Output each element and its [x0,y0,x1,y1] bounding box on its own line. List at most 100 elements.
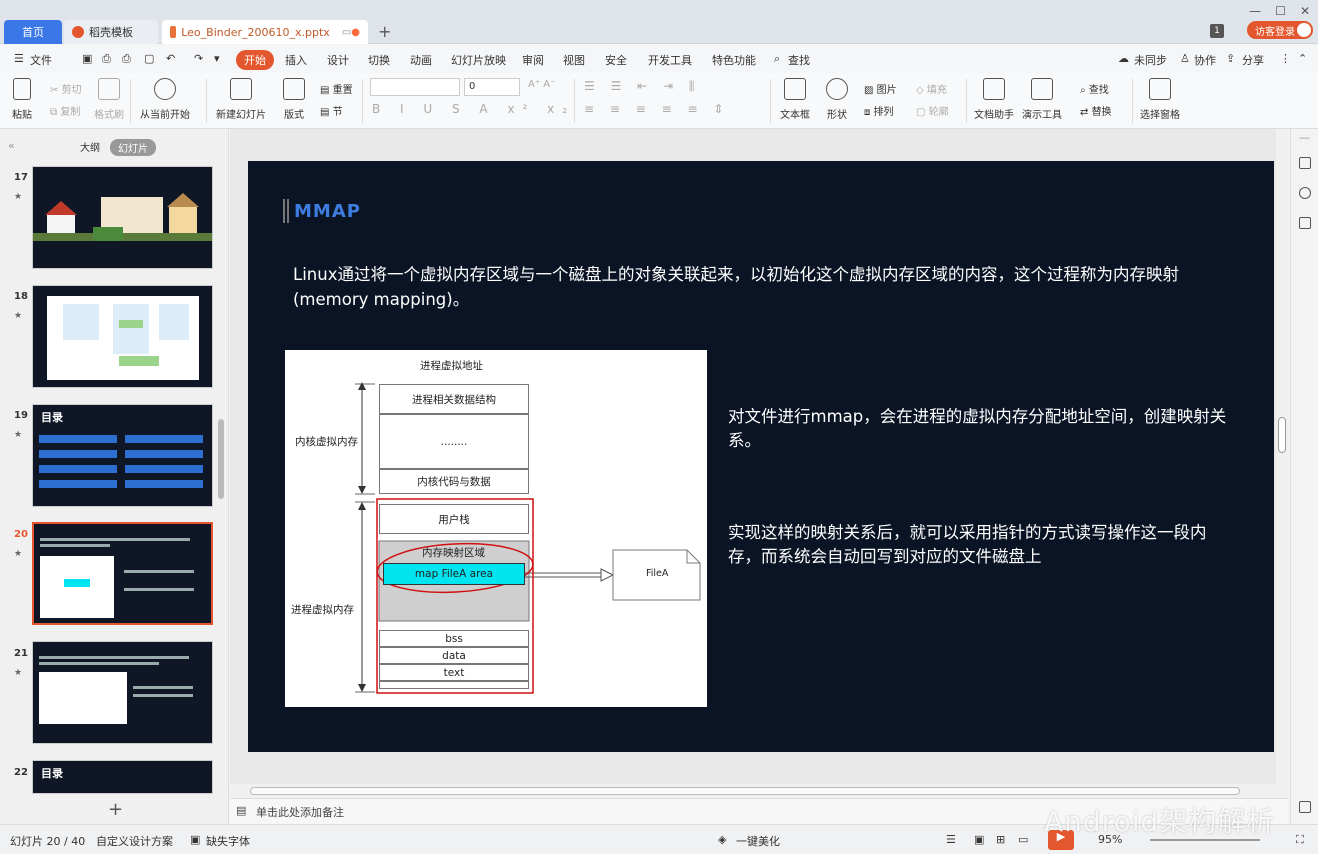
menu-transition[interactable]: 切换 [368,52,390,68]
menu-security[interactable]: 安全 [605,52,627,68]
thumbnail-scrollbar[interactable] [218,419,224,499]
menu-collab[interactable]: 协作 [1194,52,1216,68]
picture-button[interactable]: ▨ 图片 [864,81,897,96]
reset-button[interactable]: ▤ 重置 [320,81,353,96]
font-family-select[interactable] [370,78,460,96]
unsaved-dot-icon[interactable]: ● [351,27,360,38]
font-size-select[interactable]: 0 [464,78,520,96]
menu-view[interactable]: 视图 [563,52,585,68]
watermark: Android架构解析 [1044,805,1276,838]
slide-thumbnail-22[interactable]: 目录 [32,760,213,794]
doc-assistant-button[interactable]: 文档助手 [974,78,1014,121]
canvas-horizontal-scrollbar[interactable] [230,784,1288,798]
text-format-buttons[interactable]: B I U S A x² x₂ [372,102,575,116]
textbox-button[interactable]: 文本框 [780,78,810,121]
menu-review[interactable]: 审阅 [522,52,544,68]
slide-thumbnail-17[interactable] [32,166,213,269]
slide-right-text-2[interactable]: 实现这样的映射关系后，就可以采用指针的方式读写操作这一段内存，而系统会自动回写到… [728,521,1228,569]
paste-button[interactable]: 粘贴 [12,78,32,121]
menu-insert[interactable]: 插入 [285,52,307,68]
fill-button[interactable]: ◇ 填充 [916,81,947,96]
more-icon[interactable]: ⋮ [1280,52,1291,65]
canvas-vertical-scroll-thumb[interactable] [1278,417,1286,453]
arrange-button[interactable]: ⧈ 排列 [864,103,894,118]
menu-search[interactable]: 查找 [788,52,810,68]
paragraph-align-buttons[interactable]: ≡ ≡ ≡ ≡ ≡ ⇕ [584,102,729,116]
menu-file[interactable]: 文件 [30,52,52,68]
new-slide-label: 新建幻灯片 [216,110,266,121]
layout-button[interactable]: 版式 [283,78,305,121]
thumbnail-graphic [47,296,199,380]
menu-share[interactable]: 分享 [1242,52,1264,68]
window-count-badge[interactable]: 1 [1210,24,1224,38]
tab-slides[interactable]: 幻灯片 [110,139,156,156]
format-painter-button[interactable]: 格式刷 [94,78,124,121]
menu-slideshow[interactable]: 幻灯片放映 [451,52,506,68]
find-button[interactable]: ⌕ 查找 [1080,81,1109,96]
slide-paragraph[interactable]: Linux通过将一个虚拟内存区域与一个磁盘上的对象关联起来，以初始化这个虚拟内存… [293,262,1193,312]
copy-pane-icon[interactable] [1299,217,1311,229]
menu-design[interactable]: 设计 [327,52,349,68]
grid-icon[interactable] [1299,801,1311,813]
new-tab-button[interactable]: + [378,22,391,41]
minimize-icon[interactable]: — [1249,4,1261,18]
menu-devtools[interactable]: 开发工具 [648,52,692,68]
new-slide-button[interactable]: 新建幻灯片 [216,78,266,121]
notes-toggle-icon[interactable]: ☰ [946,833,956,846]
slide-thumbnail-19[interactable]: 目录 [32,404,213,507]
copy-button[interactable]: ⧉ 复制 [50,103,80,118]
window-pin-icon[interactable]: ▭ [342,27,351,38]
hamburger-icon[interactable]: ☰ [14,52,24,65]
tab-outline[interactable]: 大纲 [80,139,100,154]
menu-features[interactable]: 特色功能 [712,52,756,68]
print-icon[interactable]: ⎙ [122,52,131,66]
list-indent-buttons[interactable]: ☰ ☰ ⇤ ⇥ ⫼ [584,79,700,94]
canvas-vertical-scrollbar[interactable] [1276,129,1288,784]
slide-title[interactable]: MMAP [294,201,361,222]
outline-button[interactable]: ▢ 轮廓 [916,103,949,118]
tab-template[interactable]: 稻壳模板 [64,20,158,44]
play-from-current-button[interactable]: 从当前开始 [140,78,190,121]
presentation-tools-button[interactable]: 演示工具 [1022,78,1062,121]
slide-thumbnail-20-selected[interactable] [32,522,213,625]
redo-icon[interactable]: ↷ [194,52,203,65]
visitor-login-button[interactable]: 访客登录 [1247,21,1313,39]
sidebar-expand-icon[interactable]: — [1299,131,1310,144]
customize-qat-icon[interactable]: ▾ [214,52,220,65]
animation-pane-icon[interactable] [1299,187,1311,199]
properties-icon[interactable] [1299,157,1311,169]
tab-home[interactable]: 首页 [4,20,62,44]
canvas-horizontal-scroll-thumb[interactable] [250,787,1240,795]
menu-start[interactable]: 开始 [236,50,274,70]
mmap-diagram[interactable]: 进程虚拟地址 内核虚拟内存 进程虚拟内存 进程相关数据结构 ........ 内… [285,350,707,707]
menu-sync[interactable]: 未同步 [1134,52,1167,68]
preview-icon[interactable]: ▢ [144,52,154,65]
slide-thumbnail-18[interactable] [32,285,213,388]
font-grow-shrink-icon[interactable]: A⁺ A⁻ [528,79,555,90]
collapse-ribbon-icon[interactable]: ⌃ [1298,52,1307,65]
fit-window-icon[interactable]: ⛶ [1296,833,1304,847]
section-button[interactable]: ▤ 节 [320,103,343,118]
slide-right-text-1[interactable]: 对文件进行mmap，会在进程的虚拟内存分配地址空间，创建映射关系。 [728,405,1228,453]
reading-view-icon[interactable]: ▭ [1018,833,1028,846]
close-icon[interactable]: ✕ [1300,4,1310,18]
one-click-beautify[interactable]: 一键美化 [736,833,780,849]
maximize-icon[interactable]: ☐ [1275,4,1286,18]
undo-icon[interactable]: ↶ [166,52,175,65]
missing-font[interactable]: 缺失字体 [206,833,250,849]
menu-animation[interactable]: 动画 [410,52,432,68]
save-icon[interactable]: ▣ [82,52,92,65]
slide-sorter-icon[interactable]: ⊞ [996,833,1005,846]
design-scheme[interactable]: 自定义设计方案 [96,833,173,849]
select-pane-button[interactable]: 选择窗格 [1140,78,1180,121]
replace-button[interactable]: ⇄ 替换 [1080,103,1112,118]
normal-view-icon[interactable]: ▣ [974,833,984,846]
export-pdf-icon[interactable]: ⎙ [102,52,111,66]
box-ellipsis: ........ [379,414,529,469]
shape-button[interactable]: 形状 [826,78,848,121]
add-slide-button[interactable]: + [108,799,123,820]
tab-document[interactable]: Leo_Binder_200610_x.pptx ▭ ● [162,20,368,44]
slide-thumbnail-21[interactable] [32,641,213,744]
menu-bar: ☰ 文件 ▣ ⎙ ⎙ ▢ ↶ ↷ ▾ 开始 插入 设计 切换 动画 幻灯片放映 … [0,45,1318,73]
cut-button[interactable]: ✂ 剪切 [50,81,82,96]
